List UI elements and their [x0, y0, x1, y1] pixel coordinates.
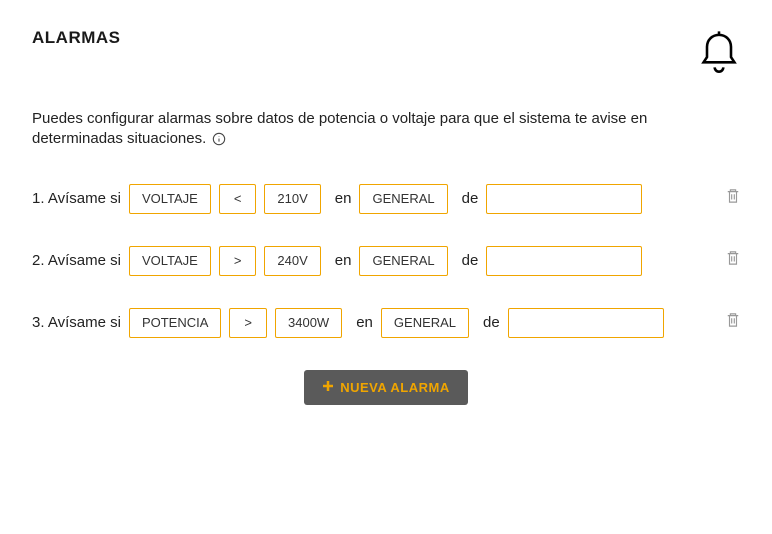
connector-de: de [462, 252, 479, 269]
metric-select[interactable]: POTENCIA [129, 308, 221, 338]
new-alarm-label: NUEVA ALARMA [340, 380, 450, 395]
metric-select[interactable]: VOLTAJE [129, 246, 211, 276]
extra-input[interactable] [508, 308, 664, 338]
connector-en: en [356, 314, 373, 331]
threshold-input[interactable]: 240V [264, 246, 320, 276]
metric-select[interactable]: VOLTAJE [129, 184, 211, 214]
connector-de: de [483, 314, 500, 331]
trash-icon[interactable] [726, 250, 740, 271]
threshold-input[interactable]: 210V [264, 184, 320, 214]
bell-icon [698, 28, 740, 81]
page-title: ALARMAS [32, 28, 121, 48]
alarm-index: 3. Avísame si [32, 314, 121, 331]
alarm-row: 2. Avísame si VOLTAJE > 240V en GENERAL … [32, 246, 740, 276]
alarm-row: 1. Avísame si VOLTAJE < 210V en GENERAL … [32, 184, 740, 214]
description-text: Puedes configurar alarmas sobre datos de… [32, 109, 652, 150]
operator-select[interactable]: > [219, 246, 257, 276]
operator-select[interactable]: > [229, 308, 267, 338]
scope-select[interactable]: GENERAL [359, 246, 447, 276]
info-icon[interactable] [212, 132, 226, 146]
alarm-row: 3. Avísame si POTENCIA > 3400W en GENERA… [32, 308, 740, 338]
alarm-index: 1. Avísame si [32, 190, 121, 207]
scope-select[interactable]: GENERAL [359, 184, 447, 214]
connector-en: en [335, 252, 352, 269]
operator-select[interactable]: < [219, 184, 257, 214]
alarm-index: 2. Avísame si [32, 252, 121, 269]
trash-icon[interactable] [726, 188, 740, 209]
extra-input[interactable] [486, 246, 642, 276]
extra-input[interactable] [486, 184, 642, 214]
plus-icon [322, 380, 334, 395]
threshold-input[interactable]: 3400W [275, 308, 342, 338]
new-alarm-button[interactable]: NUEVA ALARMA [304, 370, 468, 405]
scope-select[interactable]: GENERAL [381, 308, 469, 338]
connector-de: de [462, 190, 479, 207]
trash-icon[interactable] [726, 312, 740, 333]
connector-en: en [335, 190, 352, 207]
